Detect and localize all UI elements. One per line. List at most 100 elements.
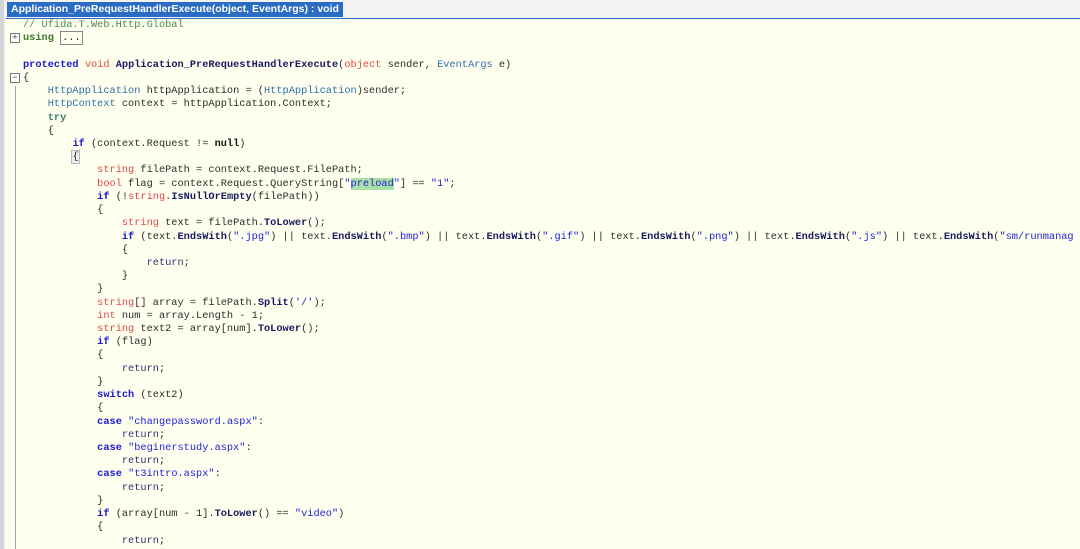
- code-token: string: [97, 323, 135, 336]
- code-token: ToLower: [214, 508, 258, 521]
- code-token: ) || text.: [733, 230, 796, 243]
- code-line: {: [23, 150, 1074, 165]
- expand-icon[interactable]: +: [10, 33, 20, 43]
- code-line: if (flag): [23, 336, 1074, 349]
- code-line: protected void Application_PreRequestHan…: [23, 59, 1074, 72]
- code-token: }: [23, 375, 104, 388]
- tab-method[interactable]: Application_PreRequestHandlerExecute(obj…: [7, 2, 343, 17]
- code-token: }: [23, 270, 129, 283]
- code-token: EventArgs: [437, 58, 493, 71]
- code-token: ;: [158, 428, 166, 441]
- code-token: ;: [158, 362, 166, 375]
- code-line: case "beginerstudy.aspx":: [23, 442, 1074, 455]
- code-token: EndsWith: [486, 230, 536, 243]
- code-token: (context.Request !=: [84, 137, 215, 150]
- code-token: ;: [183, 256, 190, 269]
- code-line: if (text.EndsWith(".jpg") || text.EndsWi…: [23, 231, 1074, 244]
- collapse-icon[interactable]: −: [10, 73, 20, 83]
- code-line: // Ufida.T.Web.Http.Global: [23, 19, 1074, 32]
- code-token: );: [313, 296, 326, 309]
- code-token: ;: [449, 177, 456, 190]
- code-line: return;: [23, 363, 1074, 376]
- code-token: httpApplication = (: [140, 85, 264, 98]
- code-token: protected: [23, 58, 79, 71]
- left-border: [0, 0, 4, 549]
- code-line: HttpApplication httpApplication = (HttpA…: [23, 85, 1074, 98]
- code-line: {: [23, 402, 1074, 415]
- code-line: string text = filePath.ToLower();: [23, 217, 1074, 230]
- code-token: switch: [97, 389, 135, 402]
- code-token: flag = context.Request.QueryString[: [121, 177, 345, 190]
- code-token: text = filePath.: [158, 217, 264, 230]
- code-line: return;: [23, 257, 1074, 270]
- code-token: try: [47, 111, 67, 124]
- code-line: if (array[num - 1].ToLower() == "video"): [23, 508, 1074, 521]
- code-token: if: [97, 508, 110, 521]
- code-editor[interactable]: + − // Ufida.T.Web.Http.Global using ... p…: [6, 18, 1080, 549]
- code-token: return: [121, 534, 159, 547]
- code-token: "beginerstudy.aspx": [128, 442, 246, 454]
- code-token: ".jpg": [233, 230, 271, 243]
- code-line: string filePath = context.Request.FilePa…: [23, 164, 1074, 177]
- code-token: }: [23, 283, 104, 296]
- code-token: EndsWith: [177, 230, 227, 243]
- code-token: filePath = context.Request.FilePath;: [134, 164, 363, 177]
- code-token: ToLower: [264, 217, 308, 230]
- code-line: HttpContext context = httpApplication.Co…: [23, 98, 1074, 111]
- code-token: return: [121, 481, 159, 494]
- code-token: IsNullOrEmpty: [171, 190, 252, 203]
- code-token: string: [121, 217, 159, 230]
- code-token: {: [23, 402, 104, 415]
- code-token: void: [84, 58, 110, 71]
- collapsed-using-button[interactable]: ...: [60, 31, 83, 46]
- code-token: EndsWith: [795, 230, 845, 243]
- code-view[interactable]: // Ufida.T.Web.Http.Global using ... prote…: [23, 19, 1074, 548]
- code-token: if: [97, 336, 110, 349]
- code-token: {: [23, 349, 104, 362]
- code-token: sender,: [381, 58, 438, 71]
- code-token: (flag): [109, 336, 153, 349]
- code-token: '/': [294, 296, 314, 309]
- code-token: // Ufida.T.Web.Http.Global: [23, 19, 184, 31]
- code-token: Application_PreRequestHandlerExecute: [115, 58, 339, 71]
- code-token: using: [23, 32, 54, 45]
- code-token: return: [121, 455, 159, 468]
- code-token: ) || text.: [424, 230, 487, 243]
- code-token: :: [214, 468, 221, 481]
- code-token: "changepassword.aspx": [128, 415, 258, 428]
- code-token: string: [97, 296, 135, 309]
- code-token: {: [71, 150, 80, 165]
- code-token: {: [23, 71, 30, 84]
- code-token: null: [214, 137, 240, 150]
- code-line: }: [23, 495, 1074, 508]
- code-token: EndsWith: [641, 230, 691, 243]
- code-token: {: [23, 204, 104, 217]
- code-token: (array[num - 1].: [109, 508, 215, 521]
- code-line: try: [23, 112, 1074, 125]
- code-token: ": [344, 177, 351, 190]
- code-token: ".bmp": [387, 230, 425, 243]
- code-token: HttpApplication: [47, 85, 141, 98]
- code-line: {: [23, 125, 1074, 138]
- code-token: (filePath)): [251, 190, 320, 203]
- code-token: ;: [158, 455, 166, 468]
- code-line: }: [23, 283, 1074, 296]
